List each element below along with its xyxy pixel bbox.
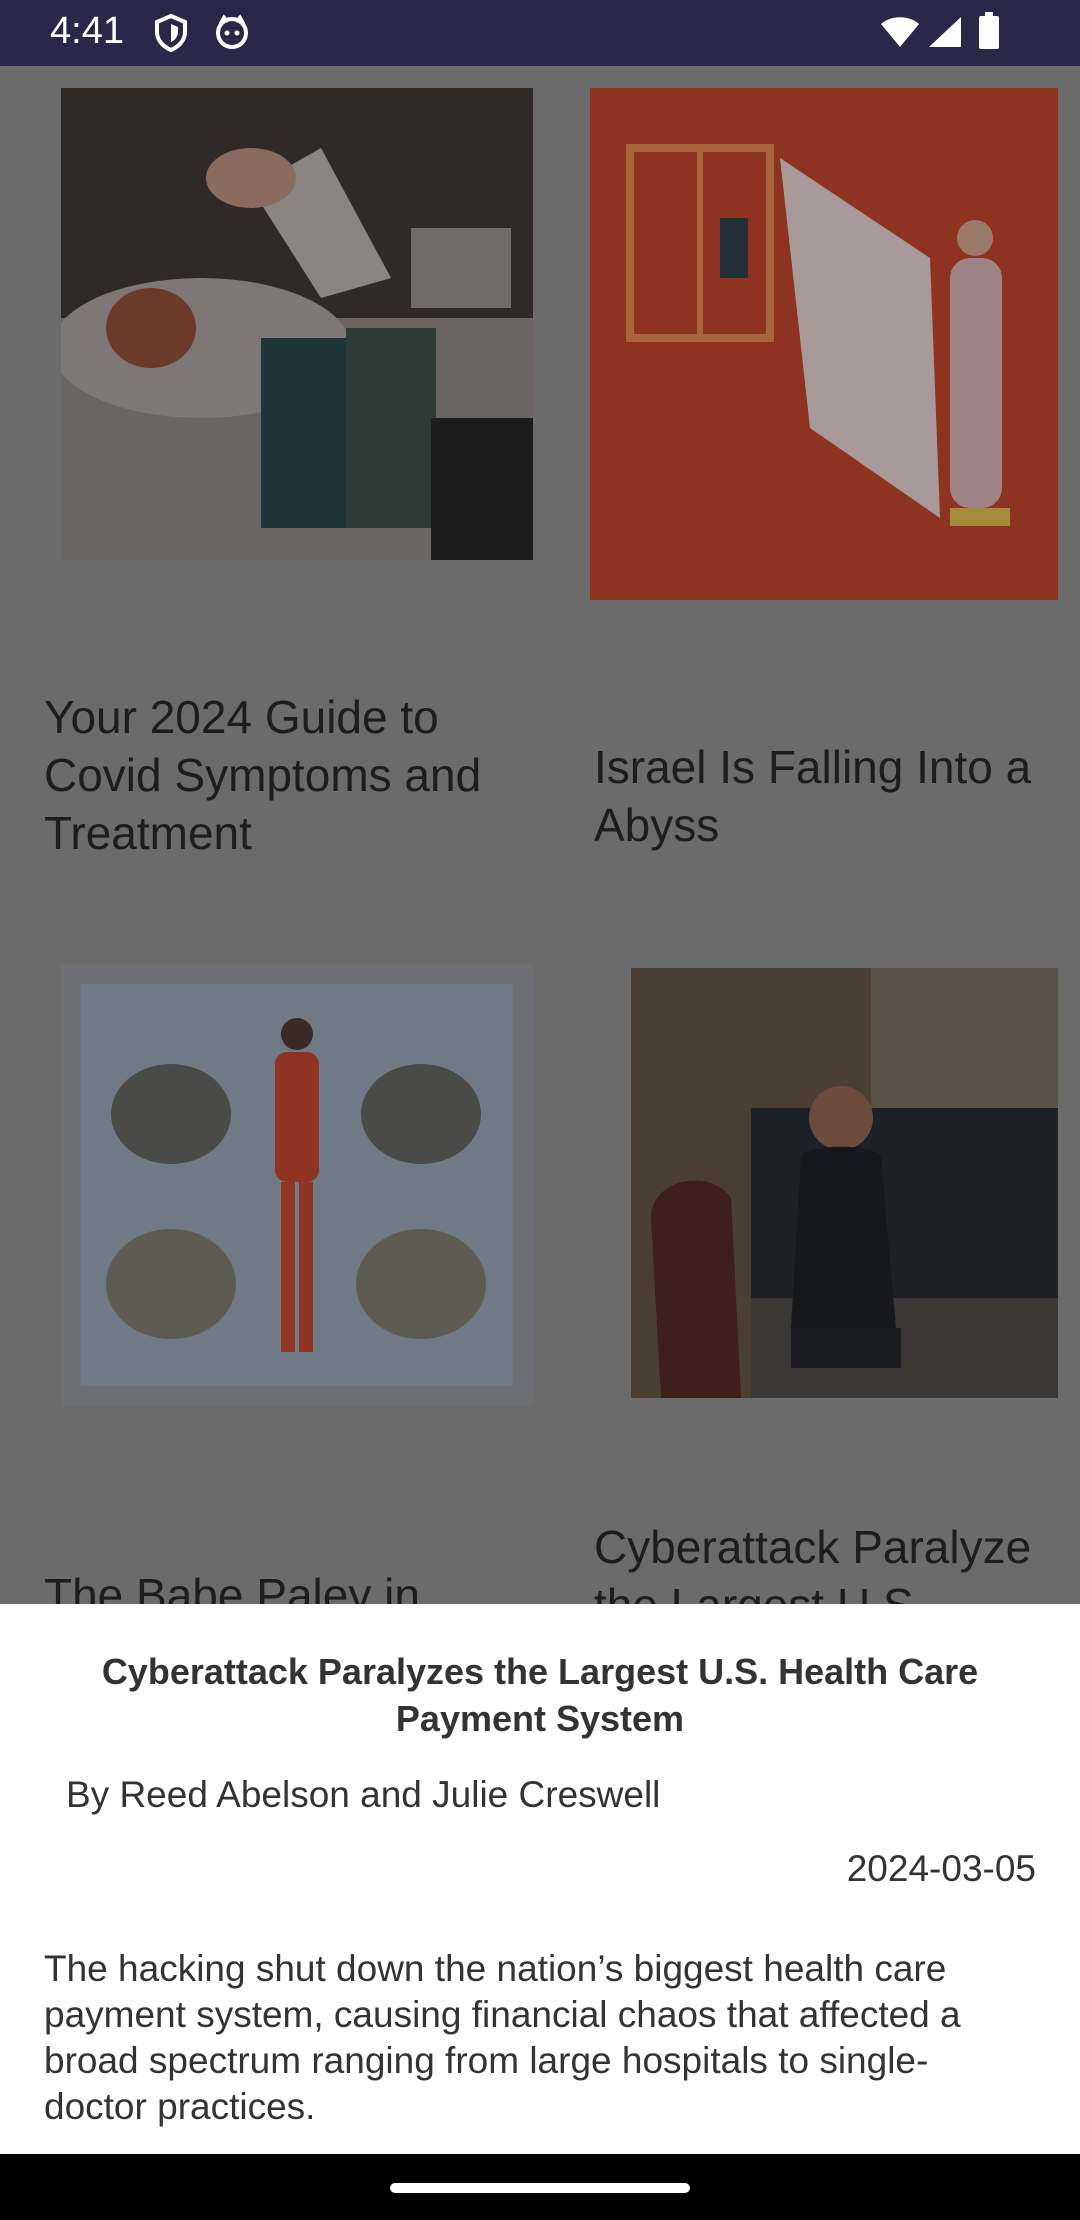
article-preview-sheet[interactable]: Cyberattack Paralyzes the Largest U.S. H…: [0, 1604, 1080, 2154]
article-thumbnail[interactable]: [61, 88, 533, 560]
cat-face-icon: [216, 14, 248, 49]
article-thumbnail[interactable]: [590, 88, 1058, 600]
status-time: 4:41: [50, 10, 124, 52]
article-title[interactable]: Cyberattack Paralyze the Largest U.S.: [594, 1518, 1031, 1606]
article-title[interactable]: Your 2024 Guide to Covid Symptoms and Tr…: [44, 688, 481, 862]
sheet-byline: By Reed Abelson and Julie Creswell: [66, 1774, 661, 1815]
article-feed[interactable]: Your 2024 Guide to Covid Symptoms and Tr…: [0, 66, 1080, 1606]
shield-icon: [155, 14, 187, 52]
navigation-bar: [0, 2154, 1080, 2220]
photo-woman-seated-office-image: [631, 968, 1058, 1398]
wifi-icon: [881, 17, 919, 47]
home-gesture-handle[interactable]: [390, 2183, 690, 2193]
illustration-red-window-image: [590, 88, 1058, 600]
illustration-woman-with-geese-image: [81, 984, 513, 1386]
sheet-article-title: Cyberattack Paralyzes the Largest U.S. H…: [101, 1651, 979, 1739]
sheet-summary: The hacking shut down the nation’s bigge…: [44, 1948, 961, 2127]
article-title[interactable]: Israel Is Falling Into a Abyss: [594, 738, 1031, 854]
person-sick-with-tissues-image: [61, 88, 533, 560]
sheet-date: 2024-03-05: [846, 1848, 1036, 1889]
article-thumbnail[interactable]: [61, 964, 533, 1406]
signal-icon: [929, 17, 961, 47]
battery-icon: [979, 12, 999, 49]
article-thumbnail[interactable]: [631, 968, 1058, 1398]
status-bar: 4:41: [0, 0, 1080, 66]
article-title[interactable]: The Babe Paley in: [44, 1566, 420, 1606]
